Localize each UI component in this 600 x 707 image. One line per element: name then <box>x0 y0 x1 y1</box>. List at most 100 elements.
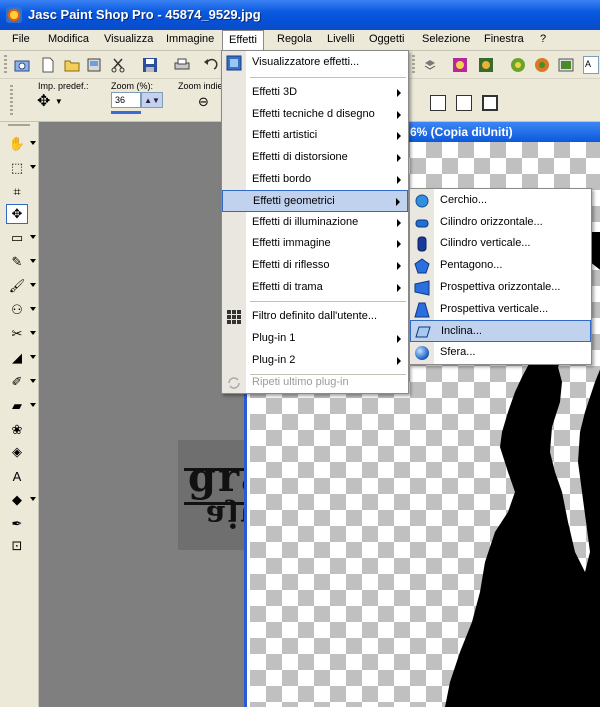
move-preset-icon[interactable]: ✥ ▼ <box>37 93 73 111</box>
menu-item-plugin-1[interactable]: Plug-in 1 <box>222 328 408 350</box>
undo-icon[interactable] <box>200 55 220 75</box>
submenu-item-circle[interactable]: Cerchio... <box>410 190 591 212</box>
pan-tool-icon[interactable]: ✋ <box>6 134 36 154</box>
submenu-item-label: Prospettiva orizzontale... <box>440 281 561 293</box>
palette-icon[interactable] <box>508 55 528 75</box>
menu-effetti[interactable]: Effetti <box>222 30 264 51</box>
zoom-tool-icon[interactable]: ⬚ <box>6 158 36 178</box>
menu-item-image[interactable]: Effetti immagine <box>222 233 408 255</box>
sphere-icon <box>414 345 430 361</box>
layer-icon[interactable] <box>420 55 440 75</box>
menu-separator <box>250 77 406 78</box>
menu-item-geometric[interactable]: Effetti geometrici <box>222 190 408 212</box>
menu-regola[interactable]: Regola <box>277 33 312 45</box>
preset-shape-icon[interactable]: ◆ <box>6 490 36 510</box>
menu-item-distortion[interactable]: Effetti di distorsione <box>222 147 408 169</box>
replacer-tool-icon[interactable]: ✂ <box>6 324 36 344</box>
submenu-item-horizontal-perspective[interactable]: Prospettiva orizzontale... <box>410 277 591 299</box>
submenu-item-vertical-cylinder[interactable]: Cilindro verticale... <box>410 233 591 255</box>
fit-window-icon[interactable] <box>430 95 446 111</box>
pen-tool-icon[interactable]: ✒ <box>6 514 28 534</box>
vertical-perspective-icon <box>414 302 430 318</box>
toolbar-grip[interactable] <box>10 85 13 115</box>
selection-tool-icon[interactable]: ▭ <box>6 228 36 248</box>
toolbar-grip[interactable] <box>4 55 7 75</box>
menu-oggetti[interactable]: Oggetti <box>369 33 404 45</box>
skew-icon <box>415 324 431 340</box>
clone-brush-icon[interactable]: ⚇ <box>6 300 36 320</box>
title-bar: Jasc Paint Shop Pro - 45874_9529.jpg <box>0 0 600 30</box>
submenu-item-label: Pentagono... <box>440 259 503 271</box>
brush-variance-icon[interactable] <box>532 55 552 75</box>
menu-visualizza[interactable]: Visualizza <box>104 33 153 45</box>
overflow-field[interactable]: A <box>582 55 600 75</box>
menu-item-label: Effetti di trama <box>252 281 323 293</box>
submenu-item-skew[interactable]: Inclina... <box>410 320 591 342</box>
save-icon[interactable] <box>140 55 160 75</box>
paint-brush-icon[interactable]: 🖌 <box>6 276 36 296</box>
menu-item-reflection[interactable]: Effetti di riflesso <box>222 255 408 277</box>
menu-item-edge[interactable]: Effetti bordo <box>222 169 408 191</box>
menu-item-effects-browser[interactable]: Visualizzatore effetti... <box>222 52 408 74</box>
object-selector-icon[interactable]: ⊡ <box>6 536 28 556</box>
menu-item-texture[interactable]: Effetti di trama <box>222 277 408 299</box>
cut-icon[interactable] <box>108 55 128 75</box>
zoom-slider-indicator[interactable] <box>111 111 141 114</box>
effects-menu: Visualizzatore effetti... Effetti 3D Eff… <box>221 50 409 394</box>
snapshot-icon[interactable] <box>12 55 32 75</box>
image-effects-icon[interactable] <box>450 55 470 75</box>
menu-item-plugin-2[interactable]: Plug-in 2 <box>222 350 408 372</box>
repeat-icon <box>226 375 242 391</box>
menu-selezione[interactable]: Selezione <box>422 33 470 45</box>
zoom-index-label: Zoom indie <box>178 81 223 91</box>
vertical-cylinder-icon <box>414 236 430 252</box>
toolbar-grip[interactable] <box>412 55 415 75</box>
menu-item-drawing[interactable]: Effetti tecniche d disegno <box>222 104 408 126</box>
submenu-item-vertical-perspective[interactable]: Prospettiva verticale... <box>410 299 591 321</box>
crop-tool-icon[interactable]: ⌗ <box>6 182 28 202</box>
eraser-tool-icon[interactable]: ▰ <box>6 396 36 416</box>
menu-item-label: Effetti geometrici <box>253 195 335 207</box>
zoom-spinner[interactable]: ▲▼ <box>141 92 163 108</box>
menu-immagine[interactable]: Immagine <box>166 33 214 45</box>
menu-livelli[interactable]: Livelli <box>327 33 355 45</box>
new-file-icon[interactable] <box>38 55 58 75</box>
picture-tube-tool-icon[interactable]: ❀ <box>6 420 28 440</box>
scripts-icon[interactable] <box>556 55 576 75</box>
print-icon[interactable] <box>172 55 192 75</box>
dodge-tool-icon[interactable]: ◢ <box>6 348 36 368</box>
submenu-item-horizontal-cylinder[interactable]: Cilindro orizzontale... <box>410 212 591 234</box>
move-tool-icon[interactable]: ✥ <box>6 204 28 224</box>
zoom-input[interactable] <box>111 92 141 108</box>
menu-item-artistic[interactable]: Effetti artistici <box>222 125 408 147</box>
menu-item-3d[interactable]: Effetti 3D <box>222 82 408 104</box>
submenu-item-label: Sfera... <box>440 346 476 358</box>
preset-label: Imp. predef.: <box>38 81 89 91</box>
dropper-tool-icon[interactable]: ✎ <box>6 252 36 272</box>
zoom-label: Zoom (%): <box>111 81 154 91</box>
flood-fill-icon[interactable]: ◈ <box>6 442 28 462</box>
menu-finestra[interactable]: Finestra <box>484 33 524 45</box>
text-tool-icon[interactable]: A <box>6 466 28 486</box>
actual-size-icon[interactable] <box>482 95 498 111</box>
menu-modifica[interactable]: Modifica <box>48 33 89 45</box>
palette-grip[interactable] <box>8 124 30 126</box>
zoom-out-icon[interactable]: ⊖ <box>198 94 209 110</box>
circle-icon <box>414 193 430 209</box>
menu-help[interactable]: ? <box>540 33 546 45</box>
submenu-item-sphere[interactable]: Sfera... <box>410 342 591 364</box>
menu-item-illumination[interactable]: Effetti di illuminazione <box>222 212 408 234</box>
submenu-arrow-icon <box>397 284 401 292</box>
menu-item-user-filter[interactable]: Filtro definito dall'utente... <box>222 306 408 328</box>
menu-file[interactable]: File <box>12 33 30 45</box>
app-icon <box>6 7 22 23</box>
browse-icon[interactable] <box>84 55 104 75</box>
submenu-arrow-icon <box>397 240 401 248</box>
open-folder-icon[interactable] <box>62 55 82 75</box>
submenu-item-pentagon[interactable]: Pentagono... <box>410 255 591 277</box>
menu-item-label: Effetti tecniche d disegno <box>252 108 375 120</box>
picture-tube-icon[interactable] <box>476 55 496 75</box>
smudge-tool-icon[interactable]: ✐ <box>6 372 36 392</box>
pentagon-icon <box>414 258 430 274</box>
fit-image-icon[interactable] <box>456 95 472 111</box>
